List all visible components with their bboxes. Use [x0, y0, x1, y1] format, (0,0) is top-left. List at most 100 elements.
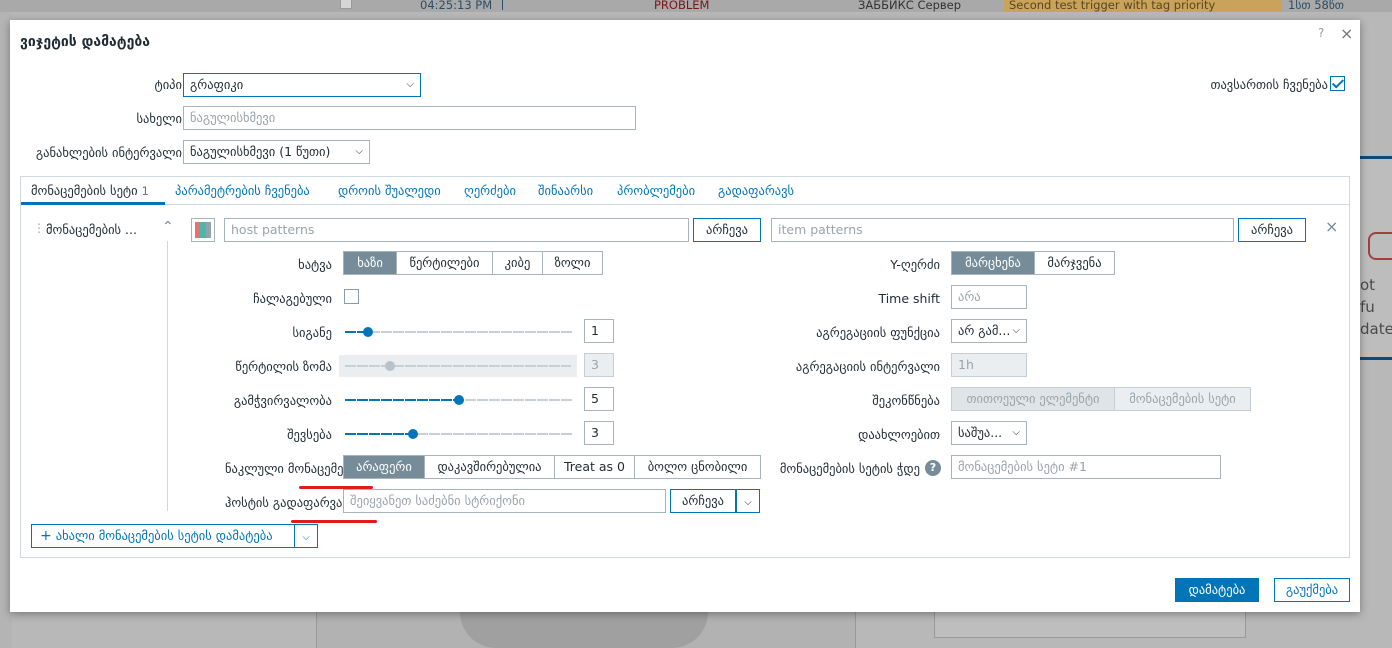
approximation-select[interactable]: საშუა... ⌵ — [951, 421, 1027, 445]
dataset-name[interactable]: მონაცემების ... — [46, 222, 137, 237]
missing-option-last-known[interactable]: ბოლო ცნობილი — [634, 456, 760, 478]
tab-data-set-label: მონაცემების სეტი — [31, 183, 138, 198]
add-dataset-button[interactable]: + ახალი მონაცემების სეტის დამატება — [31, 524, 295, 548]
tab-data-set[interactable]: მონაცემების სეტი 1 — [31, 183, 149, 198]
add-dataset-dropdown[interactable]: ⌵ — [294, 524, 318, 548]
draw-option-points[interactable]: წერტილები — [396, 252, 492, 274]
color-picker[interactable] — [191, 218, 215, 242]
close-icon[interactable]: × — [1340, 24, 1353, 43]
add-widget-dialog: ვიჯეტის დამატება ? × ტიპი გრაფიკი ⌵ თავს… — [10, 20, 1360, 612]
host-override-select-button[interactable]: არჩევა — [670, 489, 736, 513]
draw-label: ხატვა — [298, 257, 332, 272]
missing-option-connected[interactable]: დაკავშირებულია — [424, 456, 554, 478]
bg-right-text: ot fu date — [1360, 274, 1392, 340]
cancel-button[interactable]: გაუქმება — [1274, 578, 1350, 602]
aggregation-interval-input[interactable]: 1h — [951, 353, 1027, 377]
aggregate-each-item[interactable]: თითოეული ელემენტი — [952, 388, 1114, 410]
add-button[interactable]: დამატება — [1175, 578, 1259, 602]
tabs-container: მონაცემების სეტი 1 პარამეტრების ჩვენება … — [20, 176, 1350, 558]
chevron-up-icon[interactable]: ⌃ — [162, 219, 174, 235]
y-axis-label: Y-ღერძი — [890, 257, 940, 272]
draw-option-line[interactable]: ხაზი — [344, 252, 396, 274]
aggregation-function-label: აგრეგაციის ფუნქცია — [816, 325, 940, 340]
type-select[interactable]: გრაფიკი ⌵ — [183, 73, 421, 97]
host-override-label: ჰოსტის გადაფარვა — [225, 495, 343, 510]
bg-time: 04:25:13 PM — [420, 0, 493, 12]
name-label: სახელი — [136, 111, 182, 126]
aggregation-interval-label: აგრეგაციის ინტერვალი — [795, 359, 940, 374]
host-select-button[interactable]: არჩევა — [693, 218, 761, 242]
host-patterns-input[interactable]: host patterns — [224, 218, 689, 242]
tab-legend[interactable]: შინაარსი — [538, 183, 593, 198]
time-shift-input[interactable]: არა — [951, 285, 1027, 309]
draw-type-segment[interactable]: ხაზი წერტილები კიბე ზოლი — [343, 251, 603, 275]
show-header-checkbox[interactable] — [1330, 76, 1345, 91]
missing-data-label: ნაკლული მონაცემები — [225, 461, 343, 476]
tab-problems[interactable]: პრობლემები — [617, 183, 695, 198]
slider-fill — [345, 433, 414, 435]
fill-slider[interactable] — [345, 427, 573, 441]
dialog-title: ვიჯეტის დამატება — [20, 34, 150, 50]
type-select-value: გრაფიკი — [190, 77, 244, 92]
remove-dataset-icon[interactable]: × — [1325, 217, 1338, 236]
chevron-down-icon: ⌵ — [302, 532, 310, 543]
point-size-input[interactable]: 3 — [584, 353, 614, 377]
slider-knob[interactable] — [362, 327, 373, 337]
stacked-checkbox[interactable] — [344, 289, 359, 304]
time-shift-label: Time shift — [878, 291, 940, 306]
bg-right-text-2: date — [1360, 320, 1392, 338]
help-icon[interactable]: ? — [1318, 26, 1324, 40]
approximation-label: დაახლოებით — [858, 427, 940, 442]
aggregate-data-set[interactable]: მონაცემების სეტი — [1114, 388, 1250, 410]
dataset-label-input[interactable]: მონაცემების სეტი #1 — [951, 455, 1221, 479]
refresh-interval-select[interactable]: ნაგულისხმევი (1 წუთი) ⌵ — [183, 140, 370, 164]
y-axis-segment[interactable]: მარცხენა მარჯვენა — [951, 251, 1115, 275]
tab-data-set-count: 1 — [141, 184, 149, 198]
y-axis-right[interactable]: მარჯვენა — [1034, 252, 1114, 274]
name-input[interactable]: ნაგულისხმევი — [183, 106, 636, 130]
missing-data-segment[interactable]: არაფერი დაკავშირებულია Treat as 0 ბოლო ც… — [343, 455, 761, 479]
active-tab-indicator — [21, 202, 165, 205]
bg-widget-2 — [934, 612, 1246, 638]
slider-fill — [345, 399, 459, 401]
host-override-dropdown[interactable]: ⌵ — [736, 489, 760, 513]
draw-option-staircase[interactable]: კიბე — [492, 252, 542, 274]
tab-bar: მონაცემების სეტი 1 პარამეტრების ჩვენება … — [21, 177, 1349, 205]
point-size-slider[interactable] — [339, 355, 577, 377]
width-input[interactable]: 1 — [584, 319, 614, 343]
tab-displaying-options[interactable]: პარამეტრების ჩვენება — [175, 183, 310, 198]
transparency-slider[interactable] — [345, 393, 573, 407]
bg-status: PROBLEM — [654, 0, 710, 12]
slider-track — [345, 331, 573, 333]
slider-knob[interactable] — [408, 429, 419, 439]
bg-timeline — [502, 0, 503, 10]
host-override-input[interactable]: შეიყვანეთ საძებნი სტრიქონი — [343, 489, 666, 513]
item-patterns-input[interactable]: item patterns — [771, 218, 1234, 242]
slider-track — [345, 365, 571, 367]
show-header-label: თავსართის ჩვენება — [1210, 77, 1328, 92]
missing-option-none[interactable]: არაფერი — [344, 456, 424, 478]
color-swatch-c — [205, 222, 211, 238]
bg-row-checkbox — [340, 0, 352, 9]
width-slider[interactable] — [345, 325, 573, 339]
tab-overrides[interactable]: გადაფარავს — [718, 183, 794, 198]
aggregation-function-select[interactable]: არ გამ... ⌵ — [951, 319, 1027, 343]
slider-knob[interactable] — [385, 361, 396, 371]
fill-input[interactable]: 3 — [584, 421, 614, 445]
draw-option-bar[interactable]: ზოლი — [542, 252, 602, 274]
missing-option-treat-as-0[interactable]: Treat as 0 — [554, 456, 634, 478]
item-select-button[interactable]: არჩევა — [1238, 218, 1306, 242]
aggregate-segment[interactable]: თითოეული ელემენტი მონაცემების სეტი — [951, 387, 1251, 411]
dataset-label-label: მონაცემების სეტის ჭდე — [779, 461, 920, 476]
refresh-interval-value: ნაგულისხმევი (1 წუთი) — [190, 144, 331, 159]
bg-duration: 1სთ 58წთ — [1288, 0, 1344, 12]
aggregation-function-value: არ გამ... — [958, 323, 1011, 338]
slider-knob[interactable] — [454, 395, 464, 405]
tab-axes[interactable]: ღერძები — [464, 183, 516, 198]
tab-time-period[interactable]: დროის შუალედი — [338, 183, 441, 198]
transparency-input[interactable]: 5 — [584, 387, 614, 411]
chevron-down-icon: ⌵ — [744, 497, 752, 508]
question-mark-icon[interactable]: ? — [925, 460, 941, 476]
y-axis-left[interactable]: მარცხენა — [952, 252, 1034, 274]
add-dataset-label: ახალი მონაცემების სეტის დამატება — [55, 528, 273, 543]
